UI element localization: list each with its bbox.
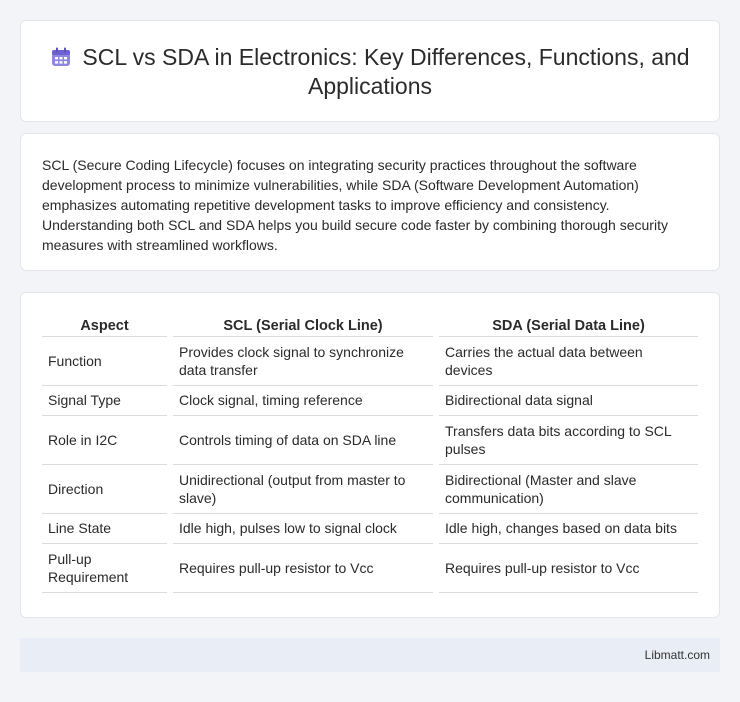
table-row: Signal Type Clock signal, timing referen… [42,385,698,416]
cell-scl: Clock signal, timing reference [167,385,436,416]
cell-aspect: Pull-up Requirement [42,543,170,593]
cell-scl: Unidirectional (output from master to sl… [167,464,436,514]
table-row: Line State Idle high, pulses low to sign… [42,513,698,544]
header-sda: SDA (Serial Data Line) [433,314,698,337]
table-header-row: Aspect SCL (Serial Clock Line) SDA (Seri… [42,314,698,337]
comparison-table: Aspect SCL (Serial Clock Line) SDA (Seri… [42,314,698,593]
cell-sda: Carries the actual data between devices [433,336,698,386]
footer: Libmatt.com [20,638,720,672]
cell-aspect: Function [42,336,170,386]
cell-scl: Provides clock signal to synchronize dat… [167,336,436,386]
footer-site-link[interactable]: Libmatt.com [645,648,710,662]
header-scl: SCL (Serial Clock Line) [167,314,436,337]
cell-sda: Transfers data bits according to SCL pul… [433,415,698,465]
title-card: SCL vs SDA in Electronics: Key Differenc… [20,20,720,122]
intro-paragraph: SCL (Secure Coding Lifecycle) focuses on… [42,157,668,253]
table-row: Function Provides clock signal to synchr… [42,336,698,386]
cell-scl: Requires pull-up resistor to Vcc [167,543,436,593]
cell-sda: Idle high, changes based on data bits [433,513,698,544]
table-row: Direction Unidirectional (output from ma… [42,464,698,514]
comparison-card: Aspect SCL (Serial Clock Line) SDA (Seri… [20,292,720,618]
cell-aspect: Direction [42,464,170,514]
page-title: SCL vs SDA in Electronics: Key Differenc… [82,44,690,99]
header-aspect: Aspect [42,314,170,337]
cell-scl: Controls timing of data on SDA line [167,415,436,465]
cell-aspect: Line State [42,513,170,544]
cell-aspect: Role in I2C [42,415,170,465]
cell-scl: Idle high, pulses low to signal clock [167,513,436,544]
cell-aspect: Signal Type [42,385,170,416]
calendar-icon [52,47,71,66]
intro-card: SCL (Secure Coding Lifecycle) focuses on… [20,133,720,271]
table-row: Role in I2C Controls timing of data on S… [42,415,698,465]
page-title-row: SCL vs SDA in Electronics: Key Differenc… [21,43,719,101]
cell-sda: Bidirectional (Master and slave communic… [433,464,698,514]
table-row: Pull-up Requirement Requires pull-up res… [42,543,698,593]
cell-sda: Requires pull-up resistor to Vcc [433,543,698,593]
cell-sda: Bidirectional data signal [433,385,698,416]
